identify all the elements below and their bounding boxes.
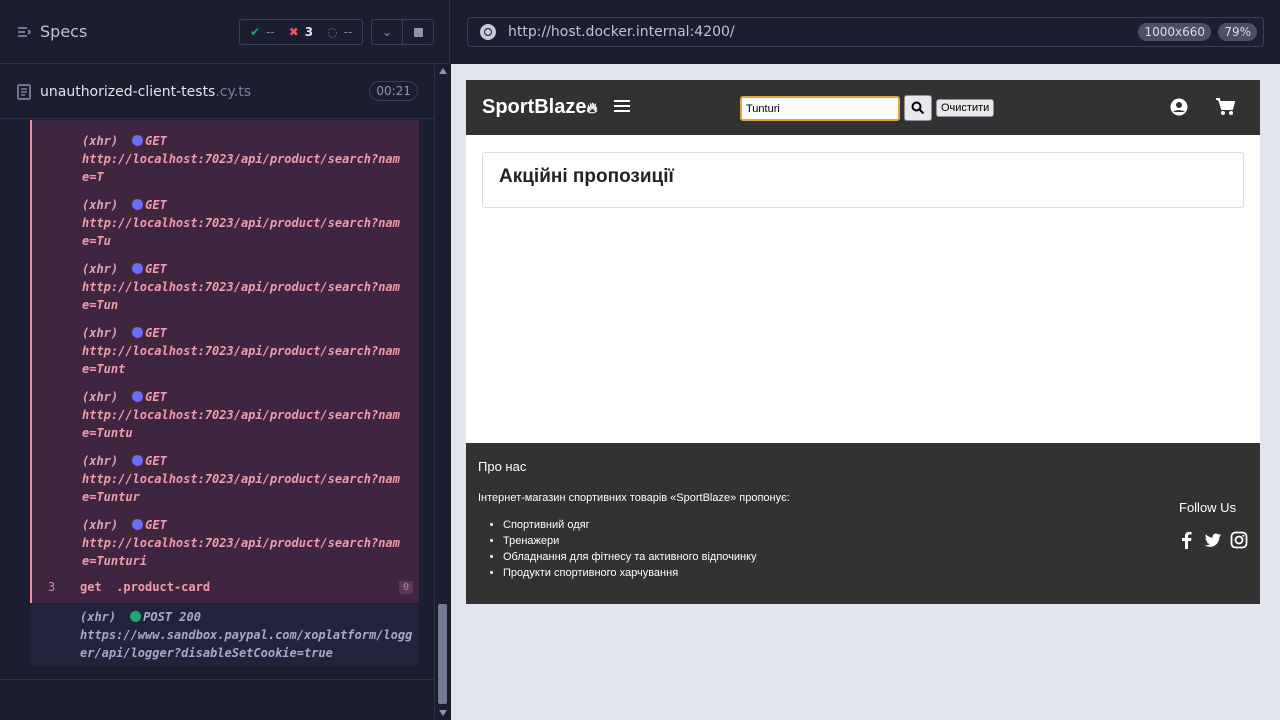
cart-icon[interactable]	[1215, 98, 1235, 116]
scroll-down-icon[interactable]	[439, 710, 447, 716]
divider	[0, 679, 434, 680]
spec-duration: 00:21	[369, 81, 418, 101]
globe-icon	[480, 24, 496, 40]
twitter-icon[interactable]	[1204, 531, 1222, 549]
x-icon: ✖	[288, 25, 299, 39]
log-entry-post[interactable]: (xhr) POST 200 https://www.sandbox.paypal.…	[30, 604, 419, 666]
check-icon: ✔	[250, 25, 261, 39]
url-bar[interactable]: http://host.docker.internal:4200/ 1000x6…	[467, 17, 1264, 47]
pending-icon: ◌	[327, 25, 338, 39]
promo-title: Акційні пропозиції	[499, 166, 674, 187]
promo-section: Акційні пропозиції	[482, 152, 1244, 208]
spec-file-row[interactable]: unauthorized-client-tests .cy.ts 00:21	[0, 65, 434, 119]
footer-description: Інтернет-магазин спортивних товарів «Spo…	[478, 492, 790, 504]
hamburger-menu-icon[interactable]	[614, 100, 630, 114]
url-text: http://host.docker.internal:4200/	[508, 24, 735, 40]
stop-icon	[413, 27, 423, 37]
request-dot-icon	[132, 391, 144, 402]
log-entry[interactable]: (xhr) GET http://localhost:7023/api/produc…	[82, 452, 402, 506]
request-dot-icon	[132, 263, 144, 274]
scroll-thumb[interactable]	[438, 604, 447, 704]
command-log: (xhr) GET http://localhost:7023/api/produc…	[30, 120, 419, 603]
spec-name: unauthorized-client-tests	[40, 83, 216, 100]
passed-count: --	[266, 25, 275, 39]
search-icon	[911, 101, 925, 115]
account-icon[interactable]	[1170, 98, 1188, 116]
list-item: Обладнання для фітнесу та активного відп…	[503, 549, 757, 565]
stop-button[interactable]	[402, 19, 434, 45]
specs-title: Specs	[40, 22, 88, 41]
instagram-icon[interactable]	[1230, 531, 1248, 549]
request-dot-icon	[130, 611, 142, 622]
footer-title: Про нас	[478, 459, 527, 474]
clear-button[interactable]: Очистити	[936, 99, 995, 117]
log-entry[interactable]: (xhr) GET http://localhost:7023/api/produc…	[82, 516, 402, 570]
failed-count: 3	[304, 25, 314, 39]
list-item: Спортивний одяг	[503, 517, 757, 533]
list-icon	[18, 26, 32, 37]
log-scrollbar[interactable]	[434, 64, 450, 720]
app-under-test: SportBlaze🔥︎ Очистити Акційні пропозиції…	[466, 80, 1260, 604]
search-button[interactable]	[904, 95, 932, 121]
logo[interactable]: SportBlaze🔥︎	[482, 96, 597, 119]
command-text: get .product-card	[80, 580, 211, 594]
request-dot-icon	[132, 455, 144, 466]
spec-extension: .cy.ts	[215, 83, 252, 100]
command-number: 3	[48, 580, 56, 594]
document-icon	[17, 83, 31, 100]
browser-panel: http://host.docker.internal:4200/ 1000x6…	[451, 0, 1280, 720]
chevron-down-icon[interactable]: ⌄	[371, 19, 403, 45]
follow-us-label: Follow Us	[1179, 500, 1237, 515]
request-dot-icon	[132, 135, 144, 146]
footer: Про нас Інтернет-магазин спортивних това…	[466, 443, 1260, 604]
zoom-level: 79%	[1218, 23, 1257, 41]
cypress-runner-panel: Specs ✔ -- ✖ 3 ◌ -- ⌄ unauthorized-clien…	[0, 0, 450, 720]
search-input[interactable]	[740, 96, 900, 121]
facebook-icon[interactable]	[1178, 531, 1196, 549]
log-entry[interactable]: (xhr) GET http://localhost:7023/api/produc…	[82, 388, 402, 442]
specs-toggle[interactable]: Specs	[16, 22, 87, 41]
navbar: SportBlaze🔥︎ Очистити	[466, 80, 1260, 135]
social-links	[1178, 531, 1248, 549]
footer-list: Спортивний одяг Тренажери Обладнання для…	[503, 517, 757, 581]
list-item: Тренажери	[503, 533, 757, 549]
list-item: Продукти спортивного харчування	[503, 565, 757, 581]
pending-count: --	[343, 25, 353, 39]
log-entry[interactable]: (xhr) GET http://localhost:7023/api/produc…	[82, 196, 402, 250]
scroll-up-icon[interactable]	[439, 68, 447, 74]
command-row[interactable]: 3 get .product-card 0	[30, 578, 419, 600]
request-dot-icon	[132, 519, 144, 530]
log-entry[interactable]: (xhr) GET http://localhost:7023/api/produc…	[82, 324, 402, 378]
test-stats: ✔ -- ✖ 3 ◌ --	[239, 19, 363, 45]
log-entry[interactable]: (xhr) GET http://localhost:7023/api/produc…	[82, 260, 402, 314]
request-dot-icon	[132, 199, 144, 210]
request-dot-icon	[132, 327, 144, 338]
log-entry[interactable]: (xhr) GET http://localhost:7023/api/produc…	[82, 132, 402, 186]
flame-icon: 🔥︎	[586, 100, 598, 117]
command-count-badge: 0	[398, 581, 413, 594]
aut-header: http://host.docker.internal:4200/ 1000x6…	[451, 0, 1280, 64]
viewport-size[interactable]: 1000x660	[1138, 23, 1211, 41]
